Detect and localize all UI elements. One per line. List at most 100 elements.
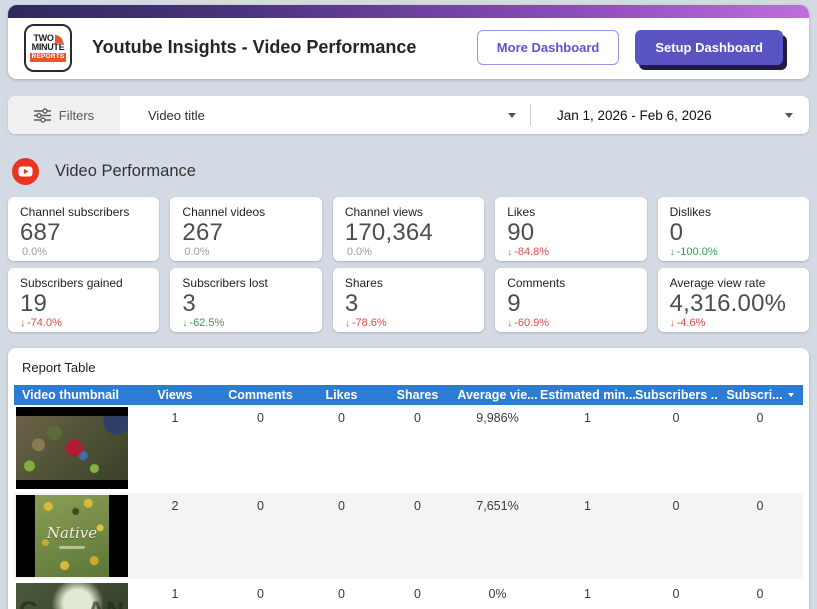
metric-value: 687 [20,219,61,246]
chevron-down-icon [508,112,516,118]
metric-cards-row-2: Subscribers gained 19 ↓ -74.0% Subscribe… [8,268,810,332]
two-minute-reports-logo: TWO MINUTE REPORTS [24,23,72,72]
metric-label: Average view rate [669,276,766,290]
average-view-cell: 7,651% [476,499,519,513]
metric-label: Shares [344,276,383,290]
metric-delta: ↓ -74.0% [20,317,147,329]
metric-card-channel-subscribers: Channel subscribers 687 0.0% [8,197,160,261]
down-arrow-icon: ↓ [669,246,675,258]
column-header-subscribers-gained[interactable]: Subscribers ... [635,385,717,405]
more-dashboard-button[interactable]: More Dashboard [476,30,620,65]
views-cell: 1 [171,411,179,425]
metric-label: Dislikes [669,205,711,219]
table-row[interactable]: G AN 1 0 0 0 0% 1 0 0 [14,581,803,609]
metric-label: Subscribers lost [182,276,268,290]
shares-cell: 0 [414,499,421,513]
video-thumbnail[interactable] [16,407,128,489]
metric-card-dislikes: Dislikes 0 ↓ -100.0% [657,197,810,261]
filters-toggle[interactable]: Filters [8,96,120,134]
likes-cell: 0 [338,499,345,513]
metric-delta: 0.0% [345,246,472,258]
metric-value: 267 [182,219,224,246]
views-cell: 2 [171,499,179,513]
column-header-views[interactable]: Views [132,385,218,405]
metric-card-shares: Shares 3 ↓ -78.6% [332,268,485,332]
metric-value: 4,316.00% [669,290,787,317]
sliders-icon [33,107,51,123]
average-view-cell: 0% [488,587,507,601]
header-inner: TWO MINUTE REPORTS Youtube Insights - Vi… [8,18,809,79]
logo-text-minute: MINUTE [31,42,65,53]
metric-card-likes: Likes 90 ↓ -84.8% [495,197,647,261]
metric-delta: ↓ -4.6% [670,317,797,329]
metric-delta-value: 0.0% [22,246,48,259]
setup-dashboard-button[interactable]: Setup Dashboard [635,30,783,65]
subscribers-gained-cell: 0 [672,411,680,425]
estimated-minutes-cell: 1 [584,499,591,513]
metric-label: Subscribers gained [20,276,123,290]
metric-delta-value: -62.5% [189,317,225,330]
video-title-value: Video title [148,107,205,123]
metric-delta-value: -74.0% [27,317,62,330]
filters-bar: Filters Video title Jan 1, 2026 - Feb 6,… [8,96,809,134]
metric-delta: ↓ -60.9% [507,317,634,329]
metric-delta-value: -84.8% [514,246,550,259]
sort-caret-icon[interactable] [787,393,794,397]
date-range-value: Jan 1, 2026 - Feb 6, 2026 [557,107,712,123]
section-header: Video Performance [12,158,809,185]
report-table-title: Report Table [22,360,96,375]
dashboard-header: TWO MINUTE REPORTS Youtube Insights - Vi… [8,5,809,79]
column-header-likes[interactable]: Likes [303,385,380,405]
youtube-icon [12,158,39,185]
video-thumbnail-cell[interactable]: G AN [14,581,132,609]
estimated-minutes-cell: 1 [584,587,591,601]
metric-cards-row-1: Channel subscribers 687 0.0% Channel vid… [8,197,810,261]
metric-card-channel-views: Channel views 170,364 0.0% [332,197,485,261]
column-header-shares[interactable]: Shares [380,385,455,405]
metric-card-channel-videos: Channel videos 267 0.0% [170,197,322,261]
column-header-subscribers-lost[interactable]: Subscri... [717,385,803,405]
down-arrow-icon: ↓ [182,317,188,329]
shares-cell: 0 [414,411,421,425]
down-arrow-icon: ↓ [20,317,25,329]
subscribers-gained-cell: 0 [672,499,680,513]
thumbnail-subtitle-line [59,545,85,549]
thumbnail-letter-left: G [19,597,39,609]
thumbnail-title-text: Native [46,523,98,542]
metric-card-average-view-rate: Average view rate 4,316.00% ↓ -4.6% [657,268,810,332]
metric-delta: 0.0% [20,246,147,258]
filters-label: Filters [58,107,95,123]
estimated-minutes-cell: 1 [584,411,591,425]
logo-text-reports: REPORTS [29,53,67,62]
date-range-dropdown[interactable]: Jan 1, 2026 - Feb 6, 2026 [531,96,809,134]
video-thumbnail[interactable]: Native [16,495,128,577]
video-thumbnail[interactable]: G AN [16,583,128,609]
subscribers-lost-cell: 0 [756,499,764,513]
column-header-video-thumbnail[interactable]: Video thumbnail [14,385,132,405]
down-arrow-icon: ↓ [344,317,350,329]
column-header-average-view[interactable]: Average vie... [455,385,540,405]
column-header-comments[interactable]: Comments [218,385,303,405]
table-row[interactable]: 1 0 0 0 9,986% 1 0 0 [14,405,803,493]
metric-delta-value: 0.0% [346,246,372,259]
metric-card-subscribers-lost: Subscribers lost 3 ↓ -62.5% [170,268,322,332]
likes-cell: 0 [338,411,345,425]
metric-delta: ↓ -78.6% [345,317,472,329]
video-title-dropdown[interactable]: Video title [120,96,530,134]
section-title: Video Performance [55,162,196,180]
column-header-estimated-minutes[interactable]: Estimated min... [540,385,635,405]
metric-delta-value: -60.9% [514,317,550,330]
metric-delta: ↓ -62.5% [182,317,309,329]
comments-cell: 0 [257,587,264,601]
metric-value: 9 [507,290,521,317]
app: TWO MINUTE REPORTS Youtube Insights - Vi… [0,0,817,609]
comments-cell: 0 [257,411,264,425]
metric-delta-value: 0.0% [184,246,210,259]
video-thumbnail-cell[interactable]: Native [14,493,132,579]
metric-card-subscribers-gained: Subscribers gained 19 ↓ -74.0% [8,268,160,332]
subscribers-gained-cell: 0 [672,587,680,601]
table-row[interactable]: Native 2 0 0 0 7,651% 1 0 0 [14,493,803,581]
metric-delta-value: -78.6% [351,317,387,330]
video-thumbnail-cell[interactable] [14,405,132,491]
column-header-label: Subscri... [726,388,783,402]
